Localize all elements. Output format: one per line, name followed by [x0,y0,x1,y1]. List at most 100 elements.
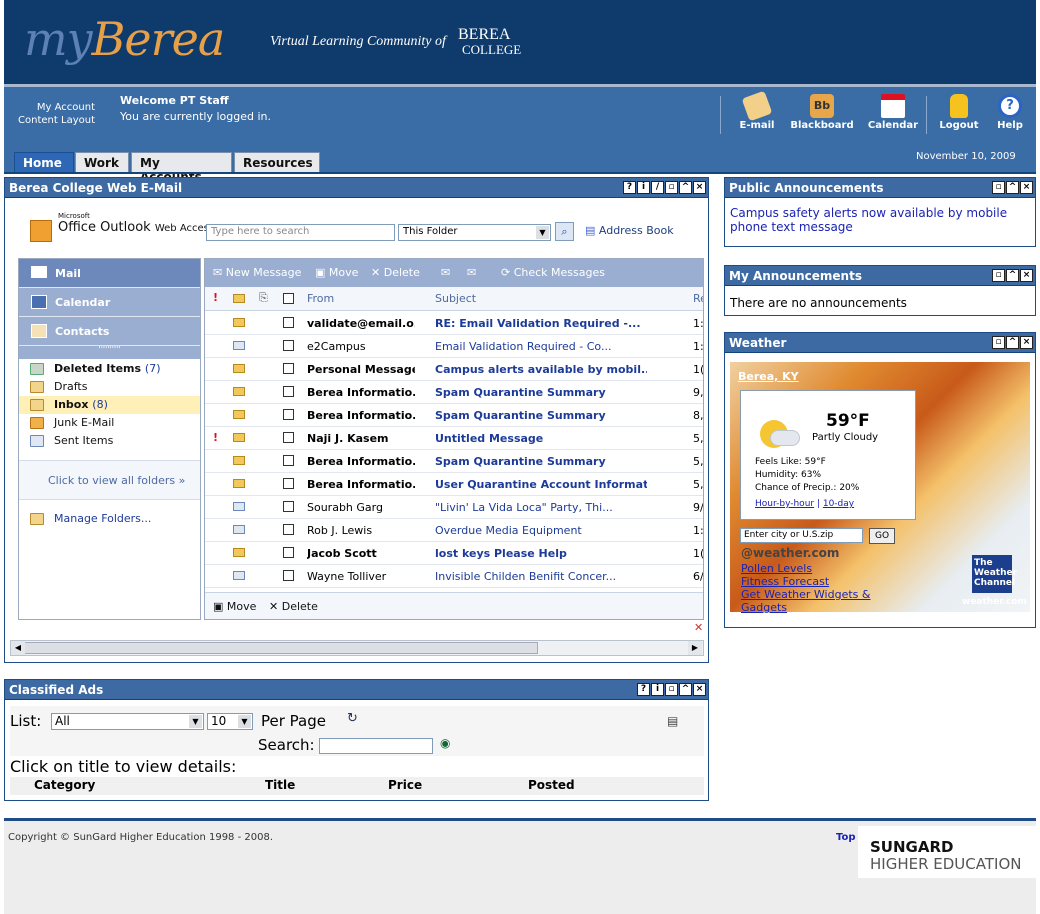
folder-scope-select[interactable]: This Folder ▼ [398,224,551,241]
tab-home[interactable]: Home [14,152,74,173]
weather-widgets-link[interactable]: Get Weather Widgets & Gadgets [741,588,883,614]
scrollbar-thumb[interactable] [12,642,538,654]
folder-inbox[interactable]: Inbox (8) [54,398,108,411]
message-checkbox[interactable] [283,570,294,581]
col-category[interactable]: Category [34,778,95,792]
message-subject[interactable]: RE: Email Validation Required -... [435,317,647,330]
column-received[interactable]: Re [693,292,703,305]
info-icon[interactable]: i [651,683,664,696]
nav-calendar[interactable]: Calendar [866,94,920,131]
classified-search-input[interactable] [319,738,433,754]
close-icon[interactable]: × [693,181,706,194]
close-icon[interactable]: × [1020,336,1033,349]
message-row[interactable]: Personal Message Campus alerts available … [205,358,703,381]
weather-channel-logo[interactable]: The Weather Channel [972,555,1017,593]
close-frame-icon[interactable]: ✕ [694,621,703,634]
nav-blackboard[interactable]: Bb Blackboard [788,94,856,131]
message-subject[interactable]: Untitled Message [435,432,647,445]
weather-city-link[interactable]: Berea, KY [738,370,799,383]
message-row[interactable]: Berea Informatio... Spam Quarantine Summa… [205,404,703,427]
close-icon[interactable]: × [1020,269,1033,282]
column-from[interactable]: From [307,292,334,305]
edit-icon[interactable]: / [651,181,664,194]
new-ad-icon[interactable]: ▤ [667,714,678,728]
help-icon[interactable]: ? [637,683,650,696]
message-row[interactable]: Berea Informatio... Spam Quarantine Summa… [205,381,703,404]
nav-contacts[interactable]: Contacts [19,317,200,346]
nav-logout[interactable]: Logout [937,94,981,131]
binoculars-icon[interactable]: ◉ [440,736,450,750]
message-subject[interactable]: Email Validation Required - Co... [435,340,647,353]
maximize-icon[interactable]: ^ [1006,269,1019,282]
forward-icon[interactable]: ✉ [467,266,476,279]
new-message-button[interactable]: ✉ New Message [213,266,301,279]
nav-calendar-owa[interactable]: Calendar [19,288,200,317]
read-status-column-icon[interactable] [233,294,245,303]
message-subject[interactable]: Spam Quarantine Summary [435,455,647,468]
tab-work[interactable]: Work [75,152,129,173]
message-checkbox[interactable] [283,363,294,374]
fitness-forecast-link[interactable]: Fitness Forecast [741,575,883,588]
message-row[interactable]: Rob J. Lewis Overdue Media Equipment 1: [205,519,703,542]
info-icon[interactable]: i [637,181,650,194]
message-row[interactable]: Wayne Tolliver Invisible Childen Benifit … [205,565,703,588]
folder-deleted-items[interactable]: Deleted Items (7) [54,362,161,375]
message-row[interactable]: Berea Informatio... Spam Quarantine Summa… [205,450,703,473]
message-row[interactable]: e2Campus Email Validation Required - Co..… [205,335,703,358]
select-all-checkbox[interactable] [283,293,294,304]
maximize-icon[interactable]: ^ [1006,181,1019,194]
tab-my-accounts[interactable]: My Accounts [131,152,232,184]
campus-safety-link[interactable]: Campus safety alerts now available by mo… [725,198,1035,234]
owa-search-input[interactable]: Type here to search [206,224,395,241]
message-subject[interactable]: Overdue Media Equipment [435,524,647,537]
col-price[interactable]: Price [388,778,422,792]
message-checkbox[interactable] [283,524,294,535]
message-subject[interactable]: "Livin' La Vida Loca" Party, Thi... [435,501,647,514]
message-row[interactable]: Sourabh Garg "Livin' La Vida Loca" Party,… [205,496,703,519]
minimize-icon[interactable]: ▫ [665,181,678,194]
close-icon[interactable]: × [693,683,706,696]
importance-column-icon[interactable]: ! [213,291,218,304]
weather-location-input[interactable]: Enter city or U.S.zip [740,528,863,543]
folder-sent[interactable]: Sent Items [54,434,113,447]
message-subject[interactable]: User Quarantine Account Informat... [435,478,647,491]
message-row[interactable]: Jacob Scott lost keys Please Help 1( [205,542,703,565]
minimize-icon[interactable]: ▫ [665,683,678,696]
message-subject[interactable]: Spam Quarantine Summary [435,409,647,422]
address-book-link[interactable]: ▤ Address Book [585,224,674,237]
refresh-icon[interactable]: ↻ [347,711,358,726]
view-all-folders-link[interactable]: Click to view all folders » [48,474,185,487]
col-posted[interactable]: Posted [528,778,575,792]
message-checkbox[interactable] [283,432,294,443]
nav-email[interactable]: E-mail [735,90,779,131]
check-messages-button[interactable]: ⟳ Check Messages [501,266,605,279]
message-checkbox[interactable] [283,478,294,489]
manage-folders-link[interactable]: Manage Folders... [54,512,151,525]
content-layout-link[interactable]: Content Layout [4,114,95,127]
message-subject[interactable]: Spam Quarantine Summary [435,386,647,399]
search-icon[interactable]: ⌕ [555,222,574,241]
delete-button[interactable]: ✕ Delete [371,266,420,279]
scroll-right-icon[interactable]: ▶ [688,641,702,655]
tab-resources[interactable]: Resources [234,152,320,173]
hourly-forecast-link[interactable]: Hour-by-hour | 10-day [755,499,854,509]
message-row[interactable]: validate@email.o... RE: Email Validation … [205,312,703,335]
per-page-select[interactable]: 10 ▼ [207,713,253,730]
list-select[interactable]: All ▼ [51,713,204,730]
message-checkbox[interactable] [283,501,294,512]
col-title[interactable]: Title [265,778,295,792]
column-subject[interactable]: Subject [435,292,476,305]
resize-grip[interactable]: '''''''''' [19,346,200,359]
message-subject[interactable]: Campus alerts available by mobil... [435,363,647,376]
message-subject[interactable]: lost keys Please Help [435,547,647,560]
mybera-logo[interactable]: myBerea [24,12,225,66]
weather-go-button[interactable]: GO [869,528,895,544]
minimize-icon[interactable]: ▫ [992,336,1005,349]
message-checkbox[interactable] [283,386,294,397]
message-row[interactable]: Berea Informatio... User Quarantine Accou… [205,473,703,496]
nav-help[interactable]: ? Help [992,94,1028,131]
minimize-icon[interactable]: ▫ [992,269,1005,282]
message-checkbox[interactable] [283,317,294,328]
my-account-link[interactable]: My Account [4,101,95,114]
bottom-delete-button[interactable]: ✕ Delete [269,600,318,613]
